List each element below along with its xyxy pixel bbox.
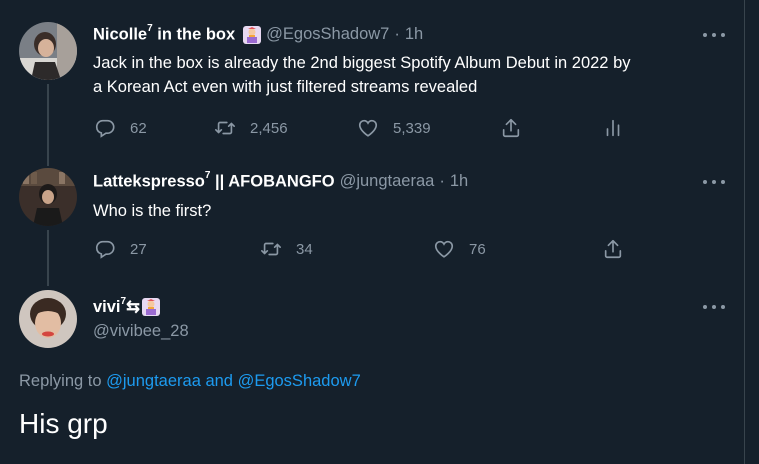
analytics-icon [602, 117, 624, 139]
tweet-text: Jack in the box is already the 2nd bigge… [93, 54, 631, 96]
like-icon [433, 238, 455, 260]
display-name[interactable]: vivi7⇆ [93, 296, 140, 317]
replying-to: Replying to @jungtaeraa and @EgosShadow7 [19, 372, 361, 390]
thread-line [47, 230, 49, 286]
like-button[interactable]: 76 [433, 238, 486, 260]
tweet-header: Lattekspresso7 || AFOBANGFO @jungtaeraa … [93, 170, 468, 192]
share-icon [500, 117, 522, 139]
handle[interactable]: @vivibee_28 [93, 322, 189, 341]
handle[interactable]: @EgosShadow7 [266, 25, 389, 44]
display-name[interactable]: Lattekspresso7 || AFOBANGFO [93, 170, 335, 192]
avatar[interactable] [19, 290, 77, 348]
avatar[interactable] [19, 22, 77, 80]
replying-user-link[interactable]: @jungtaeraa [106, 372, 201, 390]
jack-in-the-box-emoji-icon [141, 298, 160, 316]
separator: · [394, 25, 400, 44]
reply-button[interactable]: 27 [94, 238, 147, 260]
reply-icon [94, 117, 116, 139]
column-border [744, 0, 745, 464]
analytics-button[interactable] [602, 117, 624, 139]
jack-in-the-box-emoji-icon [243, 25, 262, 44]
retweet-button[interactable]: 2,456 [214, 117, 288, 139]
timestamp[interactable]: 1h [450, 172, 468, 191]
main-tweet-handle-row: @vivibee_28 [93, 322, 189, 341]
reply-button[interactable]: 62 [94, 117, 147, 139]
reply-icon [94, 238, 116, 260]
share-button[interactable] [602, 238, 624, 260]
main-tweet-text: His grp [19, 408, 108, 439]
more-icon[interactable] [703, 302, 725, 312]
like-button[interactable]: 5,339 [357, 117, 431, 139]
replying-user-link[interactable]: @EgosShadow7 [238, 372, 361, 390]
more-icon[interactable] [703, 30, 725, 40]
thread-line [47, 84, 49, 166]
share-icon [602, 238, 624, 260]
retweet-icon [214, 117, 236, 139]
separator: · [439, 172, 445, 191]
main-tweet-header: vivi7⇆ [93, 296, 160, 317]
tweet-text: Who is the first? [93, 202, 212, 220]
like-icon [357, 117, 379, 139]
avatar[interactable] [19, 168, 77, 226]
handle[interactable]: @jungtaeraa [340, 172, 435, 191]
tweet-header: Nicolle7 in the box @EgosShadow7 · 1h [93, 23, 423, 45]
share-button[interactable] [500, 117, 522, 139]
more-icon[interactable] [703, 177, 725, 187]
display-name[interactable]: Nicolle7 in the box [93, 23, 235, 45]
retweet-icon [260, 238, 282, 260]
timestamp[interactable]: 1h [405, 25, 423, 44]
retweet-button[interactable]: 34 [260, 238, 313, 260]
